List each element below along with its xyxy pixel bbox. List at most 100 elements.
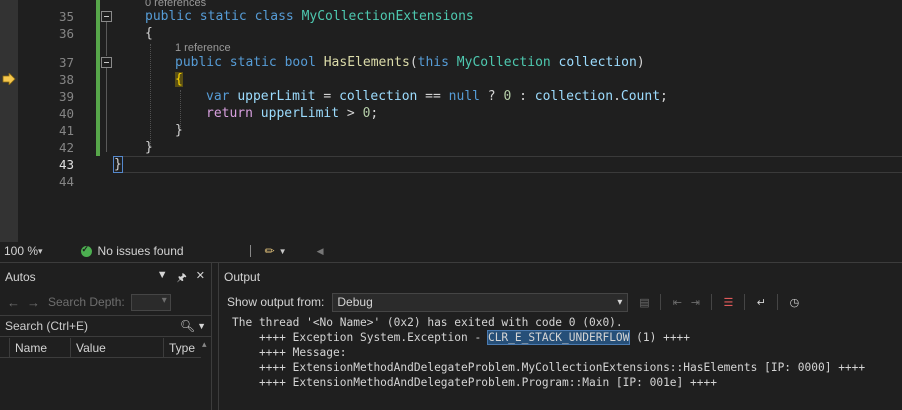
chevron-down-icon[interactable]: ▼: [157, 269, 168, 288]
editor-status-bar: 100 % ▾ No issues found ✏ ▼ ◀: [0, 242, 902, 260]
operator: .: [613, 89, 621, 104]
keyword: static: [229, 55, 277, 70]
method-name: HasElements: [323, 55, 410, 70]
chevron-down-icon[interactable]: ▼: [279, 247, 287, 256]
operator: ?: [479, 89, 504, 104]
line-number: 44: [58, 174, 74, 189]
output-toolbar: Show output from: Debug ▤ ⇤ ⇥ ☰ ↵ ◷: [219, 290, 902, 314]
divider: [777, 294, 779, 310]
operator: :: [511, 89, 535, 104]
output-text-segment: (1) ++++: [629, 331, 691, 344]
line-number-current: 43: [58, 157, 74, 172]
line-number: 42: [58, 140, 74, 155]
line-number: 40: [58, 106, 74, 121]
next-message-icon[interactable]: ⇥: [687, 294, 703, 310]
zoom-dropdown-icon[interactable]: ▾: [38, 246, 43, 257]
autos-window: Autos ▼ 🖈 ✕ ← → Search Depth: Search (Ct…: [0, 263, 212, 410]
search-input[interactable]: Search (Ctrl+E): [5, 319, 180, 333]
scroll-left-icon[interactable]: ◀: [317, 246, 324, 257]
code-line-36[interactable]: {: [145, 25, 153, 42]
execution-pointer-icon: [2, 73, 16, 85]
autos-search[interactable]: Search (Ctrl+E) 🔍︎ ▼: [0, 315, 212, 337]
keyword: null: [448, 89, 480, 104]
previous-message-icon[interactable]: ⇤: [669, 294, 685, 310]
column-header-type[interactable]: Type: [164, 338, 195, 358]
code-line-39[interactable]: var upperLimit = collection == null ? 0 …: [206, 88, 668, 105]
word-wrap-icon[interactable]: ↵: [753, 294, 769, 310]
keyword: return: [206, 106, 253, 121]
line-number: 38: [58, 72, 74, 87]
fold-line: [106, 68, 107, 152]
code-line-40[interactable]: return upperLimit > 0;: [206, 105, 378, 122]
find-message-icon[interactable]: ▤: [636, 294, 652, 310]
tool-windows: Autos ▼ 🖈 ✕ ← → Search Depth: Search (Ct…: [0, 262, 902, 410]
code-line-43[interactable]: }: [113, 156, 123, 173]
clear-all-icon[interactable]: ☰: [720, 294, 736, 310]
clock-icon[interactable]: ◷: [786, 294, 802, 310]
codelens-references[interactable]: 1 reference: [175, 42, 231, 54]
parameter: collection: [339, 89, 418, 104]
keyword: public: [145, 9, 192, 24]
class-name: MyCollectionExtensions: [301, 9, 474, 24]
property: Count: [620, 89, 661, 104]
parameter: collection: [558, 55, 637, 70]
brace-matched: }: [113, 156, 123, 173]
paren: (: [409, 55, 418, 70]
output-line: ++++ Message:: [232, 346, 347, 359]
line-number-gutter: 35 36 37 38 39 40 41 42 43 44: [18, 0, 80, 242]
horizontal-scrollbar[interactable]: [333, 242, 902, 260]
code-line-35[interactable]: public static class MyCollectionExtensio…: [145, 8, 474, 25]
autos-column-headers: Name Value Type: [0, 337, 212, 358]
output-source-select[interactable]: Debug: [332, 292, 629, 312]
autos-title: Autos: [5, 270, 36, 284]
output-line: ++++ ExtensionMethodAndDelegateProblem.P…: [232, 376, 717, 389]
vertical-scrollbar[interactable]: [201, 338, 211, 410]
brace: }: [175, 123, 183, 138]
code-editor[interactable]: 35 36 37 38 39 40 41 42 43 44 0 referenc…: [0, 0, 902, 242]
output-window: Output Show output from: Debug ▤ ⇤ ⇥ ☰ ↵…: [218, 263, 902, 410]
show-output-label: Show output from:: [227, 295, 325, 309]
divider: [711, 294, 713, 310]
broom-icon[interactable]: ✏: [265, 244, 275, 258]
code-line-38[interactable]: {: [175, 71, 183, 88]
forward-arrow-icon[interactable]: →: [27, 295, 40, 310]
chevron-down-icon[interactable]: ▼: [197, 321, 206, 331]
semicolon: ;: [370, 106, 379, 121]
indent-guide: [150, 44, 151, 148]
column-header-name[interactable]: Name: [10, 337, 71, 358]
pin-icon[interactable]: 🖈: [177, 269, 187, 288]
close-icon[interactable]: ✕: [196, 269, 205, 288]
fold-icon[interactable]: [101, 11, 112, 22]
output-text[interactable]: The thread '<No Name>' (0x2) has exited …: [232, 315, 865, 390]
keyword: this: [417, 55, 449, 70]
output-line: The thread '<No Name>' (0x2) has exited …: [232, 316, 623, 329]
line-number: 36: [58, 26, 74, 41]
output-title: Output: [224, 270, 261, 284]
brace: }: [145, 140, 153, 155]
fold-icon[interactable]: [101, 57, 112, 68]
code-line-41[interactable]: }: [175, 122, 183, 139]
indicator-margin[interactable]: [0, 0, 18, 242]
operator: =: [315, 89, 340, 104]
current-line-highlight: [113, 156, 902, 173]
output-line: ++++ ExtensionMethodAndDelegateProblem.M…: [232, 361, 866, 374]
variable: upperLimit: [237, 89, 316, 104]
operator: ==: [417, 89, 449, 104]
line-number: 41: [58, 123, 74, 138]
keyword: class: [254, 9, 294, 24]
back-arrow-icon[interactable]: ←: [7, 295, 20, 310]
change-tracking-bar: [96, 0, 100, 156]
issues-status[interactable]: No issues found: [98, 244, 184, 258]
output-line: ++++ Exception System.Exception - CLR_E_…: [232, 330, 865, 345]
line-number: 37: [58, 55, 74, 70]
search-depth-select[interactable]: [130, 293, 171, 311]
column-header-value[interactable]: Value: [71, 337, 164, 358]
output-text-segment: ++++ Exception System.Exception -: [232, 331, 488, 344]
code-line-37[interactable]: public static bool HasElements(this MyCo…: [175, 54, 645, 71]
fold-line: [106, 22, 107, 56]
variable: upperLimit: [260, 106, 340, 121]
search-icon[interactable]: 🔍︎: [180, 319, 195, 333]
zoom-level[interactable]: 100 %: [4, 244, 52, 258]
search-depth-label: Search Depth:: [48, 295, 125, 309]
code-line-42[interactable]: }: [145, 139, 153, 156]
